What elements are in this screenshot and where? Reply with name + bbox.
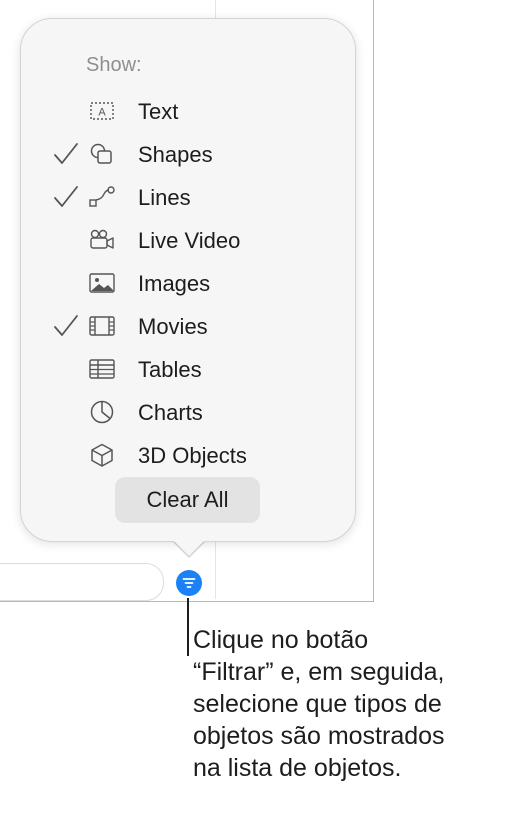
filter-icon xyxy=(182,578,196,588)
lines-icon xyxy=(87,183,117,211)
shapes-icon xyxy=(87,140,117,168)
clear-all-button[interactable]: Clear All xyxy=(115,477,260,523)
menu-item-label: Charts xyxy=(138,400,203,425)
callout-line xyxy=(187,598,189,656)
text-box-icon: A xyxy=(87,97,117,125)
live-video-icon xyxy=(87,226,117,254)
show-header: Show: xyxy=(86,54,142,76)
checkmark-icon xyxy=(53,140,79,168)
callout-line-text: “Filtrar” e, em seguida, xyxy=(193,658,445,686)
search-field[interactable] xyxy=(0,563,164,601)
show-filter-popover: Show: A Text Shapes Lines Live Video Ima… xyxy=(20,18,356,542)
callout-line-text: Clique no botão xyxy=(193,626,369,654)
image-icon xyxy=(87,269,117,297)
callout-line-text: selecione que tipos de xyxy=(193,690,442,718)
menu-item-label: Tables xyxy=(138,357,202,382)
callout-text: Clique no botão “Filtrar” e, em seguida,… xyxy=(193,624,503,784)
menu-item-label: Images xyxy=(138,271,211,296)
menu-item-live-video[interactable]: Live Video xyxy=(49,220,365,260)
menu-item-3d-objects[interactable]: 3D Objects xyxy=(49,435,365,475)
popover-arrow-fill xyxy=(172,539,206,556)
pie-chart-icon xyxy=(87,398,117,426)
checkmark-icon xyxy=(53,312,79,340)
menu-item-images[interactable]: Images xyxy=(49,263,365,303)
menu-item-text[interactable]: A Text xyxy=(49,91,365,131)
menu-item-label: Live Video xyxy=(138,228,241,253)
menu-item-lines[interactable]: Lines xyxy=(49,177,365,217)
svg-text:A: A xyxy=(98,107,106,119)
menu-item-label: Movies xyxy=(138,314,208,339)
menu-item-tables[interactable]: Tables xyxy=(49,349,365,389)
menu-item-label: Lines xyxy=(138,185,191,210)
table-icon xyxy=(87,355,117,383)
menu-item-label: 3D Objects xyxy=(138,443,247,468)
menu-item-movies[interactable]: Movies xyxy=(49,306,365,346)
filter-button[interactable] xyxy=(176,570,202,596)
film-icon xyxy=(87,312,117,340)
callout-line-text: na lista de objetos. xyxy=(193,754,402,782)
callout-line-text: objetos são mostrados xyxy=(193,722,445,750)
menu-item-label: Shapes xyxy=(138,142,213,167)
menu-item-shapes[interactable]: Shapes xyxy=(49,134,365,174)
cube-icon xyxy=(87,441,117,469)
checkmark-icon xyxy=(53,183,79,211)
menu-item-charts[interactable]: Charts xyxy=(49,392,365,432)
menu-item-label: Text xyxy=(138,99,179,124)
